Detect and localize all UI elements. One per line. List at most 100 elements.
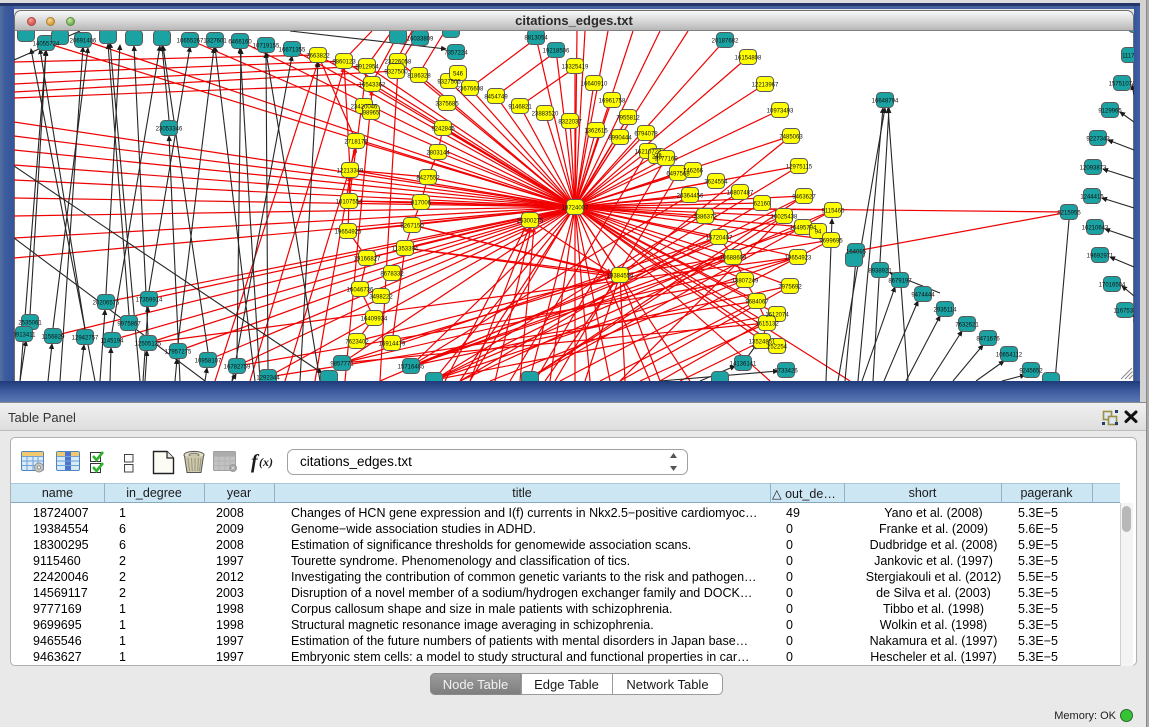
- svg-text:9684067: 9684067: [745, 300, 769, 306]
- svg-text:7632621: 7632621: [955, 323, 979, 329]
- svg-text:17359914: 17359914: [136, 298, 163, 304]
- svg-text:9242845: 9242845: [431, 127, 455, 133]
- svg-text:6466160: 6466160: [228, 40, 252, 46]
- svg-text:8990444: 8990444: [608, 136, 632, 142]
- svg-text:1362615: 1362615: [584, 129, 608, 135]
- svg-text:8186328: 8186328: [407, 74, 431, 80]
- svg-text:1156829: 1156829: [42, 335, 66, 341]
- svg-text:12213349: 12213349: [337, 169, 364, 175]
- svg-text:19218506: 19218506: [543, 49, 570, 55]
- svg-text:8679197: 8679197: [888, 279, 912, 285]
- svg-text:19384554: 19384554: [607, 274, 634, 280]
- svg-text:1145194: 1145194: [101, 339, 125, 345]
- svg-text:15720407: 15720407: [706, 236, 733, 242]
- svg-text:9327505: 9327505: [437, 80, 461, 86]
- svg-text:9474444: 9474444: [911, 293, 935, 299]
- svg-text:8938921: 8938921: [868, 269, 892, 275]
- svg-text:20691406: 20691406: [70, 39, 97, 45]
- svg-text:9913411: 9913411: [14, 333, 36, 339]
- svg-text:817006: 817006: [411, 201, 432, 207]
- svg-text:8215955: 8215955: [1057, 211, 1081, 217]
- svg-text:2535061: 2535061: [18, 321, 42, 327]
- svg-text:7357224: 7357224: [444, 51, 468, 57]
- svg-text:12213967: 12213967: [752, 83, 779, 89]
- svg-text:10719155: 10719155: [253, 44, 280, 50]
- svg-text:3375685: 3375685: [435, 102, 459, 108]
- svg-text:9115460: 9115460: [822, 209, 846, 215]
- svg-text:10973493: 10973493: [767, 109, 794, 115]
- svg-text:11174: 11174: [1122, 54, 1134, 60]
- svg-text:16495794: 16495794: [790, 226, 817, 232]
- svg-text:2803144: 2803144: [426, 151, 450, 157]
- svg-text:8427552: 8427552: [416, 176, 440, 182]
- svg-text:15751074: 15751074: [1109, 82, 1134, 88]
- svg-text:16782759: 16782759: [224, 365, 251, 371]
- svg-text:20364456: 20364456: [677, 194, 704, 200]
- svg-text:6794078: 6794078: [634, 132, 658, 138]
- svg-text:16648794: 16648794: [872, 99, 899, 105]
- svg-text:16961758: 16961758: [599, 99, 626, 105]
- svg-text:16671355: 16671355: [279, 48, 306, 54]
- svg-text:14055724: 14055724: [33, 42, 60, 48]
- svg-text:252254: 252254: [767, 345, 788, 351]
- svg-text:7663822: 7663822: [306, 54, 330, 60]
- svg-text:17957275: 17957275: [165, 350, 192, 356]
- svg-text:8267150: 8267150: [400, 224, 424, 230]
- svg-text:10025438: 10025438: [771, 215, 798, 221]
- svg-text:23676608: 23676608: [457, 87, 484, 93]
- svg-text:8813054: 8813054: [524, 36, 548, 42]
- svg-text:16154808: 16154808: [735, 56, 762, 62]
- svg-text:19166827: 19166827: [354, 257, 381, 263]
- svg-text:3498222: 3498222: [369, 295, 393, 301]
- svg-text:7623402: 7623402: [345, 340, 369, 346]
- svg-text:746266: 746266: [683, 169, 704, 175]
- svg-text:8912954: 8912954: [355, 65, 379, 71]
- svg-text:9327500: 9327500: [384, 70, 408, 76]
- svg-text:7386372: 7386372: [693, 215, 717, 221]
- svg-text:12942757: 12942757: [72, 336, 99, 342]
- svg-text:19692971: 19692971: [1087, 254, 1114, 260]
- svg-text:9245652: 9245652: [1019, 369, 1043, 375]
- svg-text:164095: 164095: [846, 250, 867, 256]
- svg-text:1733426: 1733426: [774, 369, 798, 375]
- svg-text:25300275: 25300275: [517, 219, 544, 225]
- svg-text:20187682: 20187682: [712, 39, 739, 45]
- svg-text:7485063: 7485063: [779, 135, 803, 141]
- svg-text:12975115: 12975115: [786, 165, 813, 171]
- svg-text:1612074: 1612074: [765, 313, 789, 319]
- svg-text:19654925: 19654925: [335, 230, 362, 236]
- svg-text:546: 546: [453, 72, 464, 78]
- svg-text:12505135: 12505135: [135, 342, 162, 348]
- svg-text:62160: 62160: [754, 202, 771, 208]
- svg-text:2718176: 2718176: [344, 140, 368, 146]
- svg-text:1167533: 1167533: [1114, 309, 1134, 315]
- svg-text:(x): (x): [259, 455, 273, 469]
- svg-text:14136141: 14136141: [730, 362, 757, 368]
- svg-text:9975867: 9975867: [117, 322, 141, 328]
- svg-text:8860123: 8860123: [332, 60, 356, 66]
- svg-text:16210643: 16210643: [1082, 226, 1109, 232]
- svg-text:19654923: 19654923: [785, 256, 812, 262]
- svg-text:9777169: 9777169: [654, 157, 678, 163]
- svg-text:16914479: 16914479: [379, 342, 406, 348]
- svg-text:1615132: 1615132: [755, 322, 779, 328]
- svg-text:3624554: 3624554: [704, 180, 728, 186]
- svg-text:9857771: 9857771: [330, 362, 354, 368]
- svg-text:7955812: 7955812: [616, 116, 640, 122]
- svg-text:17016504: 17016504: [1099, 283, 1126, 289]
- svg-text:16409934: 16409934: [361, 317, 388, 323]
- svg-text:citations_edges.txt: citations_edges.txt: [300, 454, 412, 469]
- svg-text:10958107: 10958107: [195, 359, 222, 365]
- svg-text:8471676: 8471676: [976, 337, 1000, 343]
- svg-text:18724007: 18724007: [562, 206, 589, 212]
- svg-text:7975692: 7975692: [778, 285, 802, 291]
- svg-text:20206576: 20206576: [93, 301, 120, 307]
- svg-text:8454749: 8454749: [484, 95, 508, 101]
- svg-text:10654112: 10654112: [996, 353, 1023, 359]
- svg-text:23053346: 23053346: [156, 127, 183, 133]
- svg-text:13325419: 13325419: [562, 65, 589, 71]
- svg-text:10655267: 10655267: [177, 39, 204, 45]
- svg-text:2935114: 2935114: [934, 308, 958, 314]
- svg-text:23226058: 23226058: [385, 60, 412, 66]
- svg-text:16046736: 16046736: [347, 288, 374, 294]
